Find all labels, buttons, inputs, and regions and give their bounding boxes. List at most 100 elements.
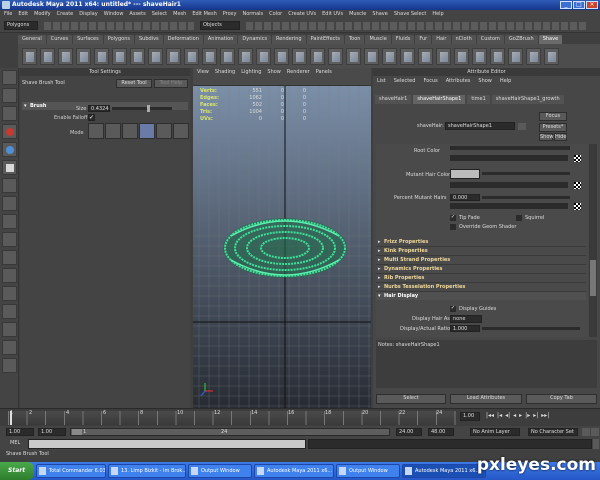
shave-scale-icon[interactable] <box>94 47 109 65</box>
tab-dynamics[interactable]: Dynamics <box>238 35 272 44</box>
viewport-toolbar[interactable] <box>193 77 371 86</box>
tab-fur[interactable]: Fur <box>415 35 432 44</box>
menu-mesh[interactable]: Mesh <box>173 10 186 19</box>
time-slider-track[interactable] <box>8 411 456 425</box>
playback-end-field[interactable]: 24.00 <box>396 428 422 436</box>
shave-brush-icon[interactable] <box>40 47 55 65</box>
menu-muscle[interactable]: Muscle <box>349 10 366 19</box>
scale-tool-icon[interactable] <box>2 160 17 175</box>
tab-muscle[interactable]: Muscle <box>365 35 391 44</box>
start-button[interactable]: Start <box>0 462 34 480</box>
shave-clump-icon[interactable] <box>166 47 181 65</box>
hide-button[interactable]: Hide <box>554 133 567 141</box>
tab-surfaces[interactable]: Surfaces <box>73 35 103 44</box>
current-frame-field[interactable]: 1.00 <box>460 412 480 421</box>
layout-graph-icon[interactable] <box>2 322 17 337</box>
menu-shave[interactable]: Shave <box>372 10 387 19</box>
mutant-color-slider[interactable] <box>482 172 570 175</box>
ae-scrollbar[interactable] <box>589 144 597 337</box>
vp-menu-panels[interactable]: Panels <box>316 68 332 77</box>
show-button[interactable]: Show <box>539 133 554 141</box>
tab-hair[interactable]: Hair <box>432 35 451 44</box>
mel-input[interactable] <box>28 439 306 449</box>
size-slider[interactable] <box>112 105 172 112</box>
presets-button[interactable]: Presets* <box>539 123 567 132</box>
menu-help[interactable]: Help <box>432 10 443 19</box>
tab-deformation[interactable]: Deformation <box>163 35 203 44</box>
select-node-icon[interactable] <box>518 123 526 130</box>
play-forward-icon[interactable]: ▸ <box>519 412 522 419</box>
shave-frizz-icon[interactable] <box>184 47 199 65</box>
menu-set-dropdown[interactable]: Polygons <box>4 21 38 30</box>
mode-scale-icon[interactable] <box>105 123 121 139</box>
step-key-forward-icon[interactable]: |▸ <box>525 412 530 419</box>
menu-normals[interactable]: Normals <box>242 10 263 19</box>
tool-help-button[interactable]: Tool Help <box>154 79 188 88</box>
vp-menu-shading[interactable]: Shading <box>215 68 235 77</box>
shave-cache-icon[interactable] <box>418 47 433 65</box>
vp-menu-view[interactable]: View <box>197 68 209 77</box>
menu-edit-mesh[interactable]: Edit Mesh <box>192 10 216 19</box>
tab-ncloth[interactable]: nCloth <box>451 35 476 44</box>
shave-hair-mesh[interactable] <box>223 218 347 278</box>
tab-animation[interactable]: Animation <box>203 35 238 44</box>
menu-proxy[interactable]: Proxy <box>223 10 237 19</box>
size-field[interactable]: 0.4324 <box>88 105 110 112</box>
minimize-button[interactable]: _ <box>560 1 572 9</box>
layout-single-icon[interactable] <box>2 250 17 265</box>
tab-subdivs[interactable]: Subdivs <box>135 35 163 44</box>
ae-tab-shavehairshape1[interactable]: shaveHairShape1 <box>413 95 466 104</box>
percent-mutant-map-row[interactable] <box>450 203 568 209</box>
shave-cut-icon[interactable] <box>76 47 91 65</box>
ae-menu-show[interactable]: Show <box>478 76 492 86</box>
map-texture-icon[interactable] <box>574 155 581 162</box>
ae-menu-attributes[interactable]: Attributes <box>446 76 471 86</box>
shave-attract-icon[interactable] <box>292 47 307 65</box>
soft-mod-icon[interactable] <box>2 196 17 211</box>
layout-render-icon[interactable] <box>2 358 17 373</box>
menu-edit[interactable]: Edit <box>18 10 28 19</box>
anim-prefs-icon[interactable] <box>591 428 599 436</box>
vp-menu-renderer[interactable]: Renderer <box>287 68 310 77</box>
mode-stand-icon[interactable] <box>88 123 104 139</box>
rotate-tool-icon[interactable] <box>2 142 17 157</box>
end-time-field[interactable]: 48.00 <box>428 428 454 436</box>
shave-create-icon[interactable] <box>22 47 37 65</box>
root-color-swatch-row[interactable] <box>450 155 568 161</box>
ae-scrollbar-thumb[interactable] <box>590 260 596 296</box>
menu-modify[interactable]: Modify <box>34 10 51 19</box>
vp-menu-show[interactable]: Show <box>267 68 281 77</box>
shave-extra-icon[interactable] <box>544 47 559 65</box>
step-key-back-icon[interactable]: ◂| <box>505 412 510 419</box>
layout-side-icon[interactable] <box>2 286 17 301</box>
go-to-end-icon[interactable]: ▸▸| <box>541 412 549 419</box>
section-hair-display[interactable]: Hair Display <box>376 292 586 300</box>
shave-rotate-icon[interactable] <box>112 47 127 65</box>
maximize-button[interactable]: □ <box>573 1 585 9</box>
ae-tab-shavehair1[interactable]: shaveHair1 <box>375 95 412 104</box>
mode-translate-icon[interactable] <box>122 123 138 139</box>
shave-select-icon[interactable] <box>256 47 271 65</box>
move-tool-icon[interactable] <box>2 124 17 139</box>
percent-mutant-field[interactable]: 0.000 <box>450 194 480 201</box>
snap-render-icons[interactable] <box>246 22 586 30</box>
copy-tab-button[interactable]: Copy Tab <box>526 394 597 404</box>
shave-reset-icon[interactable] <box>328 47 343 65</box>
shave-texture-icon[interactable] <box>454 47 469 65</box>
ae-menu-focus[interactable]: Focus <box>423 76 437 86</box>
shave-settings-icon[interactable] <box>490 47 505 65</box>
range-slider[interactable]: 1 24 <box>70 428 390 436</box>
time-slider[interactable]: 1 2 4 6 8 10 12 14 16 18 20 22 24 1.00 |… <box>0 408 600 426</box>
ae-select-button[interactable]: Select <box>376 394 446 404</box>
paint-select-icon[interactable] <box>2 106 17 121</box>
tip-fade-checkbox[interactable]: ✓ <box>450 215 456 221</box>
tab-gozbrush[interactable]: GoZBrush <box>504 35 538 44</box>
reset-tool-button[interactable]: Reset Tool <box>116 79 152 88</box>
shave-grow-icon[interactable] <box>274 47 289 65</box>
mutant-map-row[interactable] <box>450 182 568 188</box>
mutant-color-swatch[interactable] <box>450 169 480 179</box>
script-editor-icon[interactable] <box>593 439 599 449</box>
section-nurbs[interactable]: Nurbs Tesselation Properties <box>376 283 586 292</box>
tab-custom[interactable]: Custom <box>476 35 504 44</box>
ae-tab-time1[interactable]: time1 <box>467 95 490 104</box>
